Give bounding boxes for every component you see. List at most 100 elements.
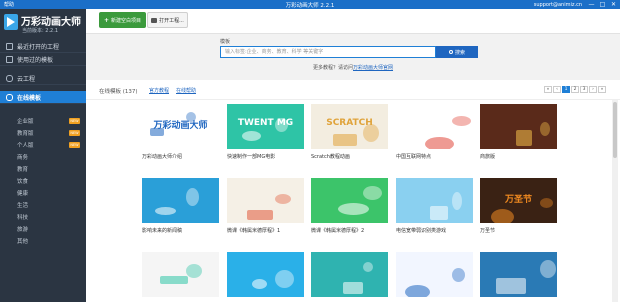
maximize-icon[interactable]: □ [599, 1, 606, 8]
thumbnail-decoration [333, 134, 357, 146]
page-button[interactable]: ‹ [553, 86, 561, 93]
template-card[interactable] [480, 252, 557, 301]
template-thumbnail[interactable]: 万彩动画大师 [142, 104, 219, 149]
template-card[interactable] [227, 252, 304, 301]
scroll-thumb[interactable] [613, 102, 617, 158]
sidebar-item-category[interactable]: 教育版 NEW [0, 128, 86, 139]
sidebar-item-label: 企业版 [17, 119, 34, 126]
template-thumbnail[interactable] [396, 178, 473, 223]
official-site-link[interactable]: 万彩动画大师官网 [353, 65, 393, 71]
plus-icon: + [103, 16, 109, 24]
sidebar-item-category[interactable]: 企业版 NEW [0, 116, 86, 127]
template-card[interactable]: 万彩动画大师万彩动画大师介绍 [142, 104, 219, 160]
support-email[interactable]: support@animiz.cn [534, 2, 582, 8]
template-card[interactable]: 影响未来的新闻稿 [142, 178, 219, 234]
template-thumbnail[interactable] [396, 104, 473, 149]
nav-used-templates[interactable]: 使用过的模板 [0, 53, 86, 66]
app-name: 万彩动画大师 [21, 17, 81, 28]
search-button[interactable]: 搜索 [436, 46, 478, 58]
sidebar-item-label: 商务 [17, 155, 29, 162]
cloud-icon [6, 74, 13, 82]
template-card[interactable] [142, 252, 219, 301]
template-card[interactable]: 电信宽带弱识别类游戏 [396, 178, 473, 234]
sidebar-item-category[interactable]: 教育 [0, 164, 86, 175]
template-thumbnail[interactable] [142, 178, 219, 223]
template-thumbnail[interactable] [311, 252, 388, 297]
template-card[interactable]: 商旅版 [480, 104, 557, 160]
template-title: 万圣节 [480, 228, 496, 234]
page-button[interactable]: » [598, 86, 606, 93]
thumbnail-decoration [430, 206, 448, 220]
tutorial-tip: 更多教程？请访问万彩动画大师官网 [86, 64, 620, 71]
thumbnail-decoration [275, 194, 291, 204]
template-thumbnail[interactable] [142, 252, 219, 297]
sidebar-item-category[interactable]: 健康 [0, 188, 86, 199]
page-button[interactable]: 1 [562, 86, 570, 93]
template-card[interactable]: 微课《韩属米德厚程》1 [227, 178, 304, 234]
sidebar-item-category[interactable]: 旅游 [0, 224, 86, 235]
page-button[interactable]: « [544, 86, 552, 93]
sidebar-item-category[interactable]: 其他 [0, 236, 86, 247]
pagination: «‹ 1 2 3 ›» [544, 86, 606, 93]
online-help-link[interactable]: 在线帮助 [176, 87, 196, 94]
page-button[interactable]: › [589, 86, 597, 93]
template-card[interactable]: TWENT MG 快速制作一部MG电影 [227, 104, 304, 160]
search-input[interactable]: 输入标签:企业、商务、教育、科学 等关键字 [220, 46, 436, 58]
toolbar: + 新建空白项目 打开工程... [86, 9, 620, 34]
template-title: 电信宽带弱识别类游戏 [396, 228, 447, 234]
sidebar-item-label: 教育版 [17, 131, 34, 138]
template-thumbnail[interactable]: TWENT MG [227, 104, 304, 149]
template-title: 快速制作一部MG电影 [227, 154, 276, 160]
template-thumbnail[interactable] [396, 252, 473, 297]
template-thumbnail[interactable] [227, 252, 304, 297]
template-thumbnail[interactable] [480, 104, 557, 149]
open-project-label: 打开工程... [159, 17, 184, 24]
thumbnail-decoration [516, 130, 532, 146]
open-project-button[interactable]: 打开工程... [147, 12, 188, 28]
thumbnail-decoration [540, 122, 550, 136]
list-header: 在线模板 (137) 官方教程 在线帮助 «‹ 1 2 3 ›» [86, 80, 620, 100]
template-count: 在线模板 (137) [99, 89, 138, 95]
sidebar-item-category[interactable]: 商务 [0, 152, 86, 163]
search-icon [448, 50, 453, 54]
sidebar-item-category[interactable]: 饮食 [0, 176, 86, 187]
sidebar-item-label: 个人版 [17, 143, 34, 150]
nav-recent-projects[interactable]: 最近打开的工程 [0, 40, 86, 53]
new-project-button[interactable]: + 新建空白项目 [99, 12, 146, 28]
template-thumbnail[interactable]: 万圣节 [480, 178, 557, 223]
nav-label: 在线模板 [17, 94, 42, 102]
sidebar-item-label: 科技 [17, 215, 29, 222]
template-title: Scratch教程动画 [311, 154, 350, 160]
scrollbar[interactable] [612, 100, 618, 302]
template-thumbnail[interactable] [480, 252, 557, 297]
template-card[interactable]: 中国互联网特点 [396, 104, 473, 160]
template-title: 中国互联网特点 [396, 154, 432, 160]
thumbnail-decoration [160, 276, 188, 284]
thumbnail-decoration [363, 262, 373, 272]
sidebar-item-category[interactable]: 个人版 NEW [0, 140, 86, 151]
close-icon[interactable]: ✕ [610, 1, 617, 8]
thumbnail-decoration [186, 264, 202, 278]
official-tutorial-link[interactable]: 官方教程 [149, 87, 169, 94]
thumbnail-text: 万彩动画大师 [153, 121, 208, 131]
page-button[interactable]: 3 [580, 86, 588, 93]
thumbnail-decoration [363, 186, 382, 200]
template-card[interactable]: 微课《韩属米德厚程》2 [311, 178, 388, 234]
nav-online-templates[interactable]: 在线模板 [0, 91, 86, 104]
template-title: 万彩动画大师介绍 [142, 154, 183, 160]
nav-label: 最近打开的工程 [17, 43, 60, 51]
template-thumbnail[interactable] [311, 178, 388, 223]
sidebar-item-label: 旅游 [17, 227, 29, 234]
minimize-icon[interactable]: — [588, 1, 595, 8]
thumbnail-decoration [491, 209, 514, 223]
nav-cloud-projects[interactable]: 云工程 [0, 72, 86, 85]
template-card[interactable] [311, 252, 388, 301]
template-thumbnail[interactable]: SCRATCH [311, 104, 388, 149]
template-card[interactable]: SCRATCH Scratch教程动画 [311, 104, 388, 160]
template-card[interactable] [396, 252, 473, 301]
sidebar-item-category[interactable]: 生活 [0, 200, 86, 211]
template-thumbnail[interactable] [227, 178, 304, 223]
sidebar-item-category[interactable]: 科技 [0, 212, 86, 223]
page-button[interactable]: 2 [571, 86, 579, 93]
template-card[interactable]: 万圣节 万圣节 [480, 178, 557, 234]
